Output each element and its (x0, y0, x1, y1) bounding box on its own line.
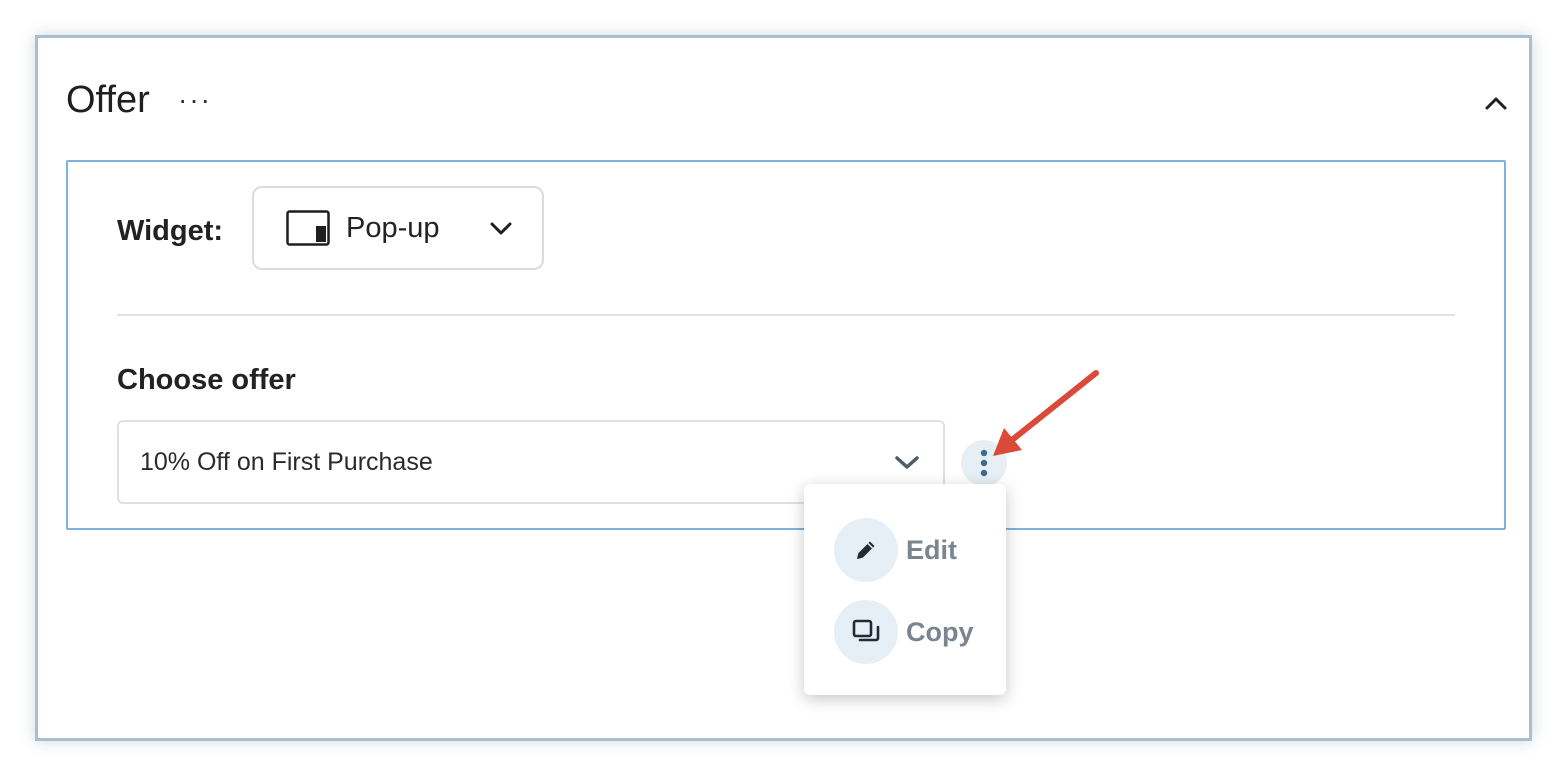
offer-panel: Offer ··· Widget: Pop-up Choose offer 10… (35, 35, 1532, 741)
kebab-menu-icon (980, 449, 988, 477)
menu-item-copy[interactable]: Copy (834, 600, 974, 664)
offer-actions-button[interactable] (961, 440, 1007, 486)
copy-icon (834, 600, 898, 664)
offer-settings-box: Widget: Pop-up Choose offer 10% Off on F… (66, 160, 1506, 530)
pencil-icon (834, 518, 898, 582)
offer-selected-value: 10% Off on First Purchase (140, 447, 433, 476)
menu-item-label: Edit (906, 534, 957, 565)
widget-dropdown[interactable]: Pop-up (252, 186, 544, 270)
choose-offer-label: Choose offer (117, 364, 296, 396)
panel-title: Offer (66, 79, 150, 121)
widget-selected-value: Pop-up (346, 211, 440, 244)
chevron-up-icon (1485, 97, 1507, 110)
offer-actions-menu: Edit Copy (804, 484, 1006, 695)
menu-item-label: Copy (906, 616, 974, 647)
menu-item-edit[interactable]: Edit (834, 518, 957, 582)
collapse-button[interactable] (1481, 88, 1511, 118)
widget-label: Widget: (117, 215, 224, 247)
chevron-down-icon (895, 456, 919, 469)
more-options-icon[interactable]: ··· (178, 78, 212, 122)
divider (117, 314, 1455, 316)
chevron-down-icon (490, 222, 512, 235)
popup-layout-icon (286, 210, 330, 246)
